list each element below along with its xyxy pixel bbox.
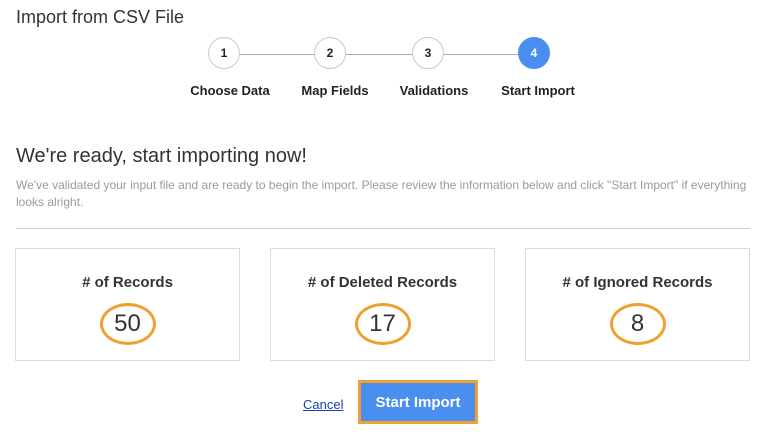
page-title: Import from CSV File bbox=[16, 7, 185, 27]
step-1-indicator[interactable]: 1 bbox=[208, 37, 240, 69]
step-4-indicator[interactable]: 4 bbox=[518, 37, 550, 69]
step-3-indicator[interactable]: 3 bbox=[412, 37, 444, 69]
step-4-label: Start Import bbox=[501, 83, 575, 98]
section-description: We've validated your input file and are … bbox=[16, 178, 747, 209]
ignored-records-label: # of Ignored Records bbox=[562, 274, 713, 291]
divider bbox=[16, 228, 750, 229]
step-1-label: Choose Data bbox=[190, 83, 270, 98]
ignored-records-card: # of Ignored Records 8 bbox=[525, 248, 750, 361]
step-connector bbox=[444, 54, 518, 55]
step-2-indicator[interactable]: 2 bbox=[314, 37, 346, 69]
cancel-link[interactable]: Cancel bbox=[303, 397, 343, 412]
records-label: # of Records bbox=[82, 274, 173, 291]
ignored-records-count: 8 bbox=[609, 303, 666, 345]
deleted-records-card: # of Deleted Records 17 bbox=[270, 248, 495, 361]
step-connector bbox=[346, 54, 412, 55]
deleted-records-label: # of Deleted Records bbox=[307, 274, 458, 291]
deleted-records-count: 17 bbox=[354, 303, 411, 345]
step-connector bbox=[240, 54, 314, 55]
records-count: 50 bbox=[99, 303, 156, 345]
import-stepper: 1 2 3 4 Choose Data Map Fields Validatio… bbox=[0, 37, 758, 107]
section-heading: We're ready, start importing now! bbox=[16, 145, 307, 167]
start-import-button[interactable]: Start Import bbox=[358, 380, 478, 424]
step-2-label: Map Fields bbox=[301, 83, 369, 98]
step-3-label: Validations bbox=[399, 83, 469, 98]
records-card: # of Records 50 bbox=[15, 248, 240, 361]
